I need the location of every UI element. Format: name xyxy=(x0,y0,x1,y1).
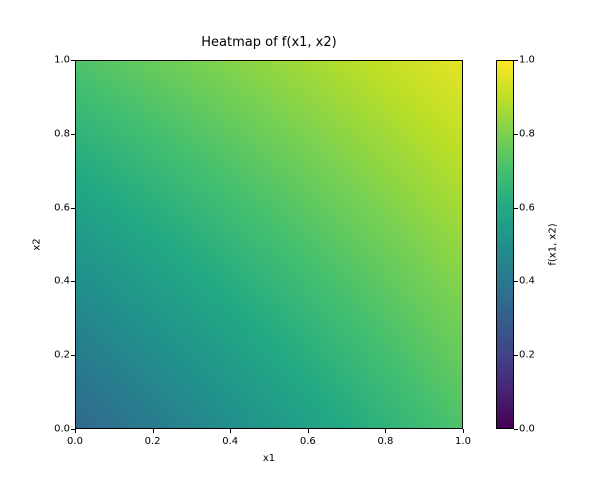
y-tickmark xyxy=(71,208,75,209)
colorbar-tick: 1.0 xyxy=(519,55,535,66)
y-axis-label: x2 xyxy=(30,60,44,429)
heatmap-surface xyxy=(76,61,462,428)
x-tick: 0.2 xyxy=(145,436,161,447)
x-tick: 0.0 xyxy=(67,436,83,447)
colorbar-tickmark xyxy=(514,429,518,430)
x-tick: 1.0 xyxy=(455,436,471,447)
y-tickmark xyxy=(71,134,75,135)
y-tick: 0.2 xyxy=(50,350,70,361)
colorbar-tickmark xyxy=(514,208,518,209)
colorbar-tick: 0.8 xyxy=(519,128,535,139)
heatmap-axes xyxy=(75,60,463,429)
x-tickmark xyxy=(308,429,309,433)
y-tick: 0.6 xyxy=(50,202,70,213)
colorbar-tick: 0.4 xyxy=(519,276,535,287)
x-axis-label: x1 xyxy=(75,453,463,464)
colorbar-tickmark xyxy=(514,281,518,282)
colorbar-label-text: f(x1, x2) xyxy=(548,223,559,265)
colorbar-surface xyxy=(497,61,513,428)
y-tick: 1.0 xyxy=(50,55,70,66)
y-tick: 0.8 xyxy=(50,128,70,139)
colorbar-tickmark xyxy=(514,355,518,356)
y-axis-label-text: x2 xyxy=(32,238,43,250)
y-tickmark xyxy=(71,355,75,356)
x-tickmark xyxy=(153,429,154,433)
x-tick: 0.4 xyxy=(222,436,238,447)
colorbar-tickmark xyxy=(514,60,518,61)
y-tick: 0.0 xyxy=(50,424,70,435)
colorbar xyxy=(496,60,514,429)
colorbar-label: f(x1, x2) xyxy=(546,60,560,429)
colorbar-tick: 0.2 xyxy=(519,350,535,361)
x-tickmark xyxy=(75,429,76,433)
chart-title: Heatmap of f(x1, x2) xyxy=(75,35,463,50)
y-tickmark xyxy=(71,281,75,282)
colorbar-tick: 0.0 xyxy=(519,424,535,435)
y-tickmark xyxy=(71,429,75,430)
x-tickmark xyxy=(463,429,464,433)
colorbar-tick: 0.6 xyxy=(519,202,535,213)
x-tick: 0.6 xyxy=(300,436,316,447)
colorbar-tickmark xyxy=(514,134,518,135)
figure: Heatmap of f(x1, x2) 0.0 0.2 0.4 0.6 0.8… xyxy=(0,0,600,500)
x-tickmark xyxy=(230,429,231,433)
y-tickmark xyxy=(71,60,75,61)
x-tickmark xyxy=(385,429,386,433)
x-tick: 0.8 xyxy=(377,436,393,447)
y-tick: 0.4 xyxy=(50,276,70,287)
